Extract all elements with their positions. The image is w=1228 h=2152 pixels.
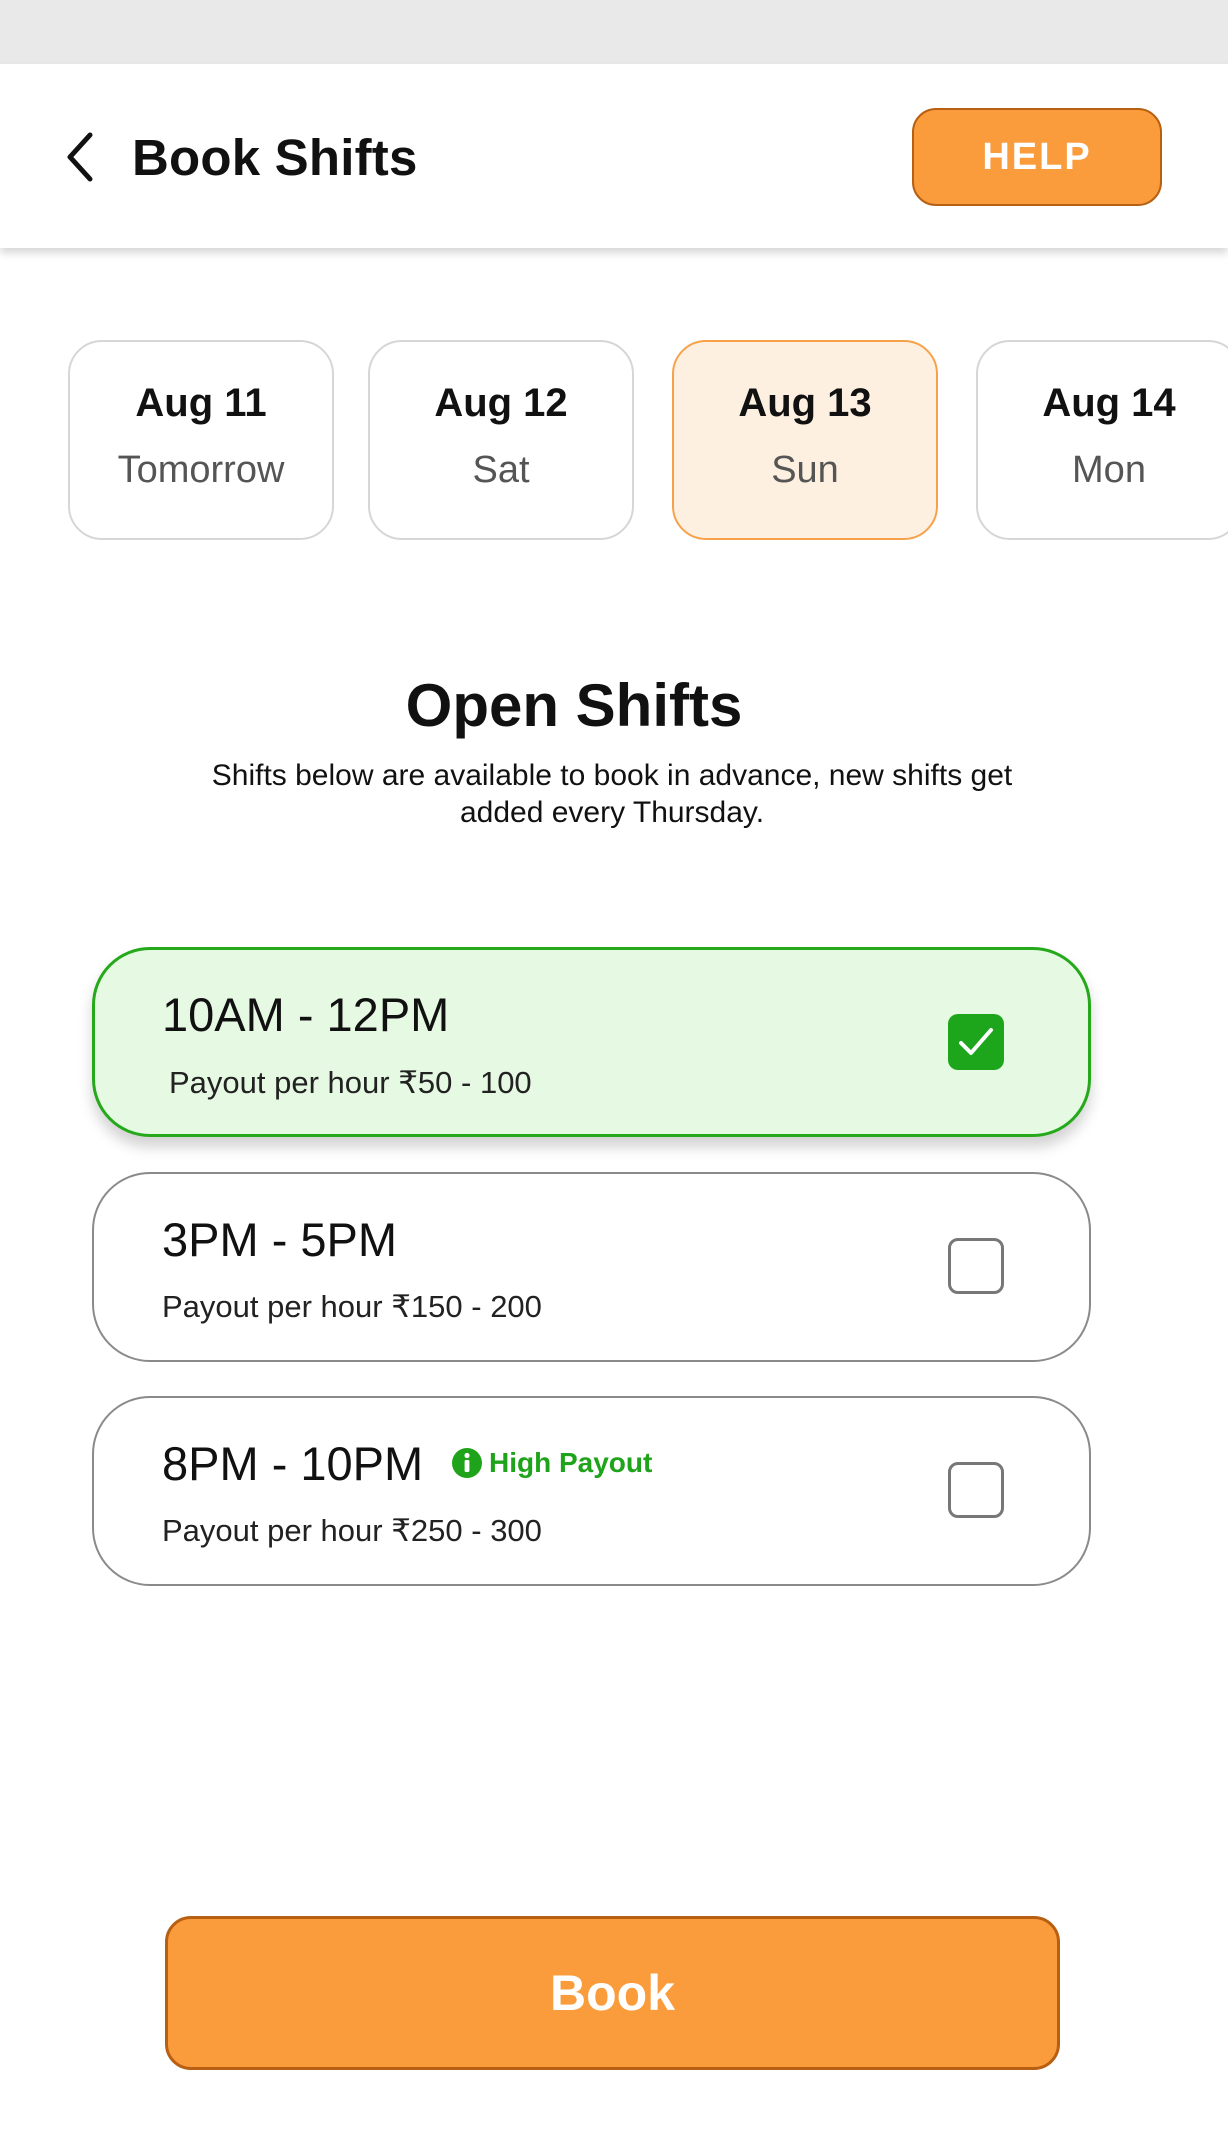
checkmark-icon — [959, 1028, 993, 1055]
shift-payout: Payout per hour ₹150 - 200 — [162, 1289, 542, 1324]
shift-checkbox[interactable] — [948, 1014, 1004, 1070]
shift-payout: Payout per hour ₹250 - 300 — [162, 1513, 542, 1548]
shift-checkbox[interactable] — [948, 1462, 1004, 1518]
shift-time: 8PM - 10PM — [162, 1437, 424, 1490]
date-weekday: Tomorrow — [117, 449, 285, 491]
shift-card-3pm-5pm[interactable]: 3PM - 5PM Payout per hour ₹150 - 200 — [92, 1172, 1091, 1362]
date-card-aug-13[interactable]: Aug 13 Sun — [672, 340, 938, 540]
app-bar: Book Shifts HELP — [0, 64, 1228, 248]
date-day: Aug 11 — [135, 381, 267, 425]
shift-card-10am-12pm[interactable]: 10AM - 12PM Payout per hour ₹50 - 100 — [92, 947, 1091, 1137]
chevron-left-icon — [67, 132, 93, 182]
shift-checkbox[interactable] — [948, 1238, 1004, 1294]
date-card-aug-12[interactable]: Aug 12 Sat — [368, 340, 634, 540]
page-title: Book Shifts — [132, 129, 418, 186]
help-button[interactable]: HELP — [912, 108, 1162, 206]
date-weekday: Mon — [1072, 449, 1146, 491]
shift-payout: Payout per hour ₹50 - 100 — [169, 1065, 532, 1100]
date-selector: Aug 11 Tomorrow Aug 12 Sat Aug 13 Sun Au… — [0, 340, 1228, 540]
date-card-aug-11[interactable]: Aug 11 Tomorrow — [68, 340, 334, 540]
date-weekday: Sun — [771, 449, 839, 491]
shift-card-8pm-10pm[interactable]: 8PM - 10PM High Payout Payout per hour ₹… — [92, 1396, 1091, 1586]
date-card-aug-14[interactable]: Aug 14 Mon — [976, 340, 1228, 540]
date-day: Aug 14 — [1042, 381, 1176, 425]
back-button[interactable] — [52, 129, 108, 185]
open-shifts-description: Shifts below are available to book in ad… — [211, 759, 1013, 829]
badge-label: High Payout — [489, 1447, 653, 1478]
info-icon — [452, 1448, 482, 1478]
date-weekday: Sat — [472, 449, 530, 491]
date-day: Aug 13 — [738, 381, 872, 425]
open-shifts-title: Open Shifts — [405, 672, 743, 739]
shift-time: 10AM - 12PM — [162, 988, 450, 1041]
date-day: Aug 12 — [434, 381, 568, 425]
status-bar — [0, 0, 1228, 64]
high-payout-badge: High Payout — [451, 1446, 652, 1480]
book-button[interactable]: Book — [165, 1916, 1060, 2070]
shift-time: 3PM - 5PM — [162, 1213, 398, 1266]
